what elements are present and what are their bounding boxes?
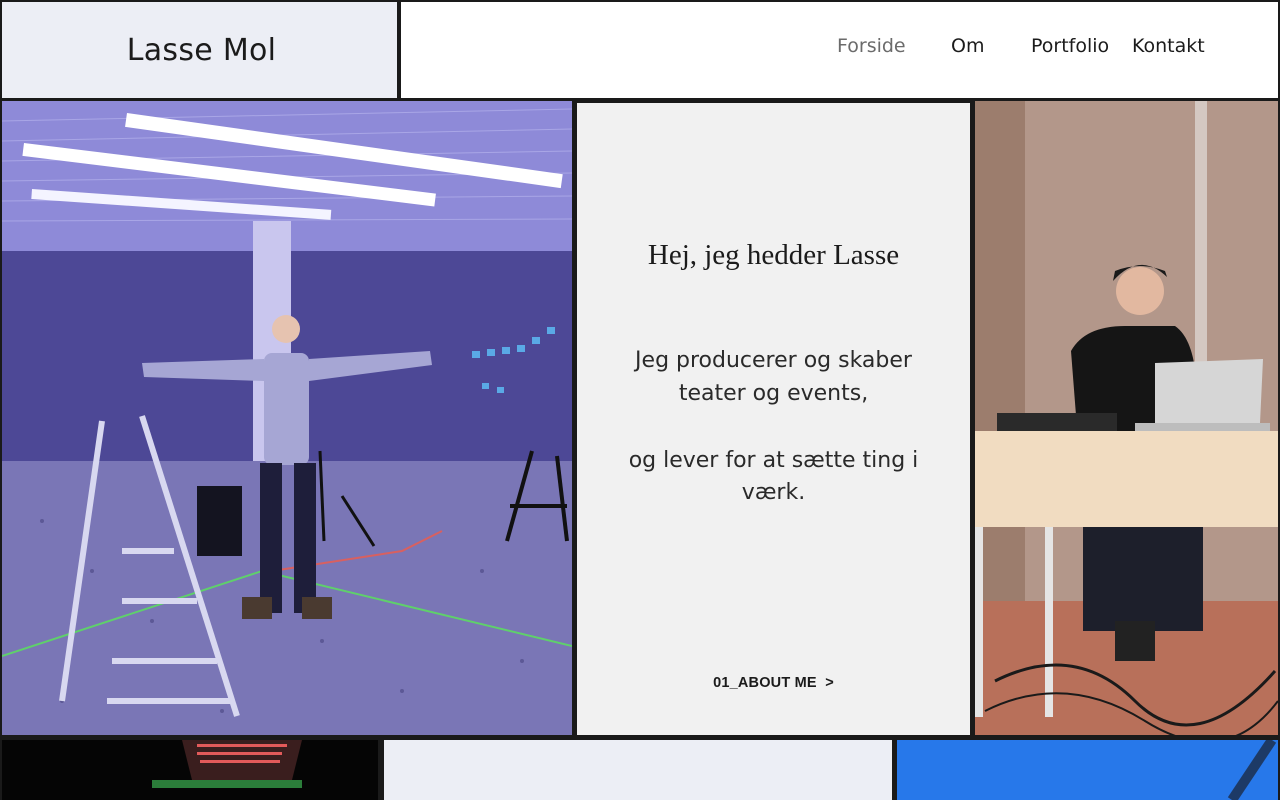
main-navigation: Forside Om Portfolio Kontakt	[401, 2, 1278, 98]
nav-item-portfolio[interactable]: Portfolio	[1031, 35, 1109, 57]
performer-photo-illustration	[2, 101, 572, 735]
desk	[975, 431, 1278, 527]
sound-mixer	[997, 413, 1117, 433]
nav-item-om[interactable]: Om	[951, 35, 984, 57]
about-me-link[interactable]: 01_ABOUT ME >	[577, 675, 970, 691]
intro-heading: Hej, jeg hedder Lasse	[647, 239, 900, 271]
intro-paragraph: og lever for at sætte ting i værk.	[628, 448, 919, 505]
laptop	[1155, 359, 1263, 427]
pipe	[1195, 101, 1207, 401]
intro-panel: Hej, jeg hedder Lasse Jeg producerer og …	[577, 103, 970, 735]
site-logo[interactable]: Lasse Mol	[127, 33, 277, 68]
intro-paragraph: Jeg producerer og skaber teater og event…	[635, 348, 912, 406]
performer-photo	[2, 101, 572, 735]
site-logo-box: Lasse Mol	[2, 2, 397, 98]
sky-photo	[897, 740, 1278, 800]
sky-illustration	[897, 740, 1278, 800]
nav-item-forside[interactable]: Forside	[837, 35, 906, 57]
musician-photo-illustration	[975, 101, 1278, 735]
speaker	[197, 486, 242, 556]
laptop-base	[1135, 423, 1270, 431]
desk-leg	[1045, 527, 1053, 717]
musician-photo	[975, 101, 1278, 735]
stage-lights-photo	[2, 740, 378, 800]
content-tile	[384, 740, 892, 800]
nav-item-kontakt[interactable]: Kontakt	[1132, 35, 1205, 57]
stage-lights-illustration	[2, 740, 378, 800]
